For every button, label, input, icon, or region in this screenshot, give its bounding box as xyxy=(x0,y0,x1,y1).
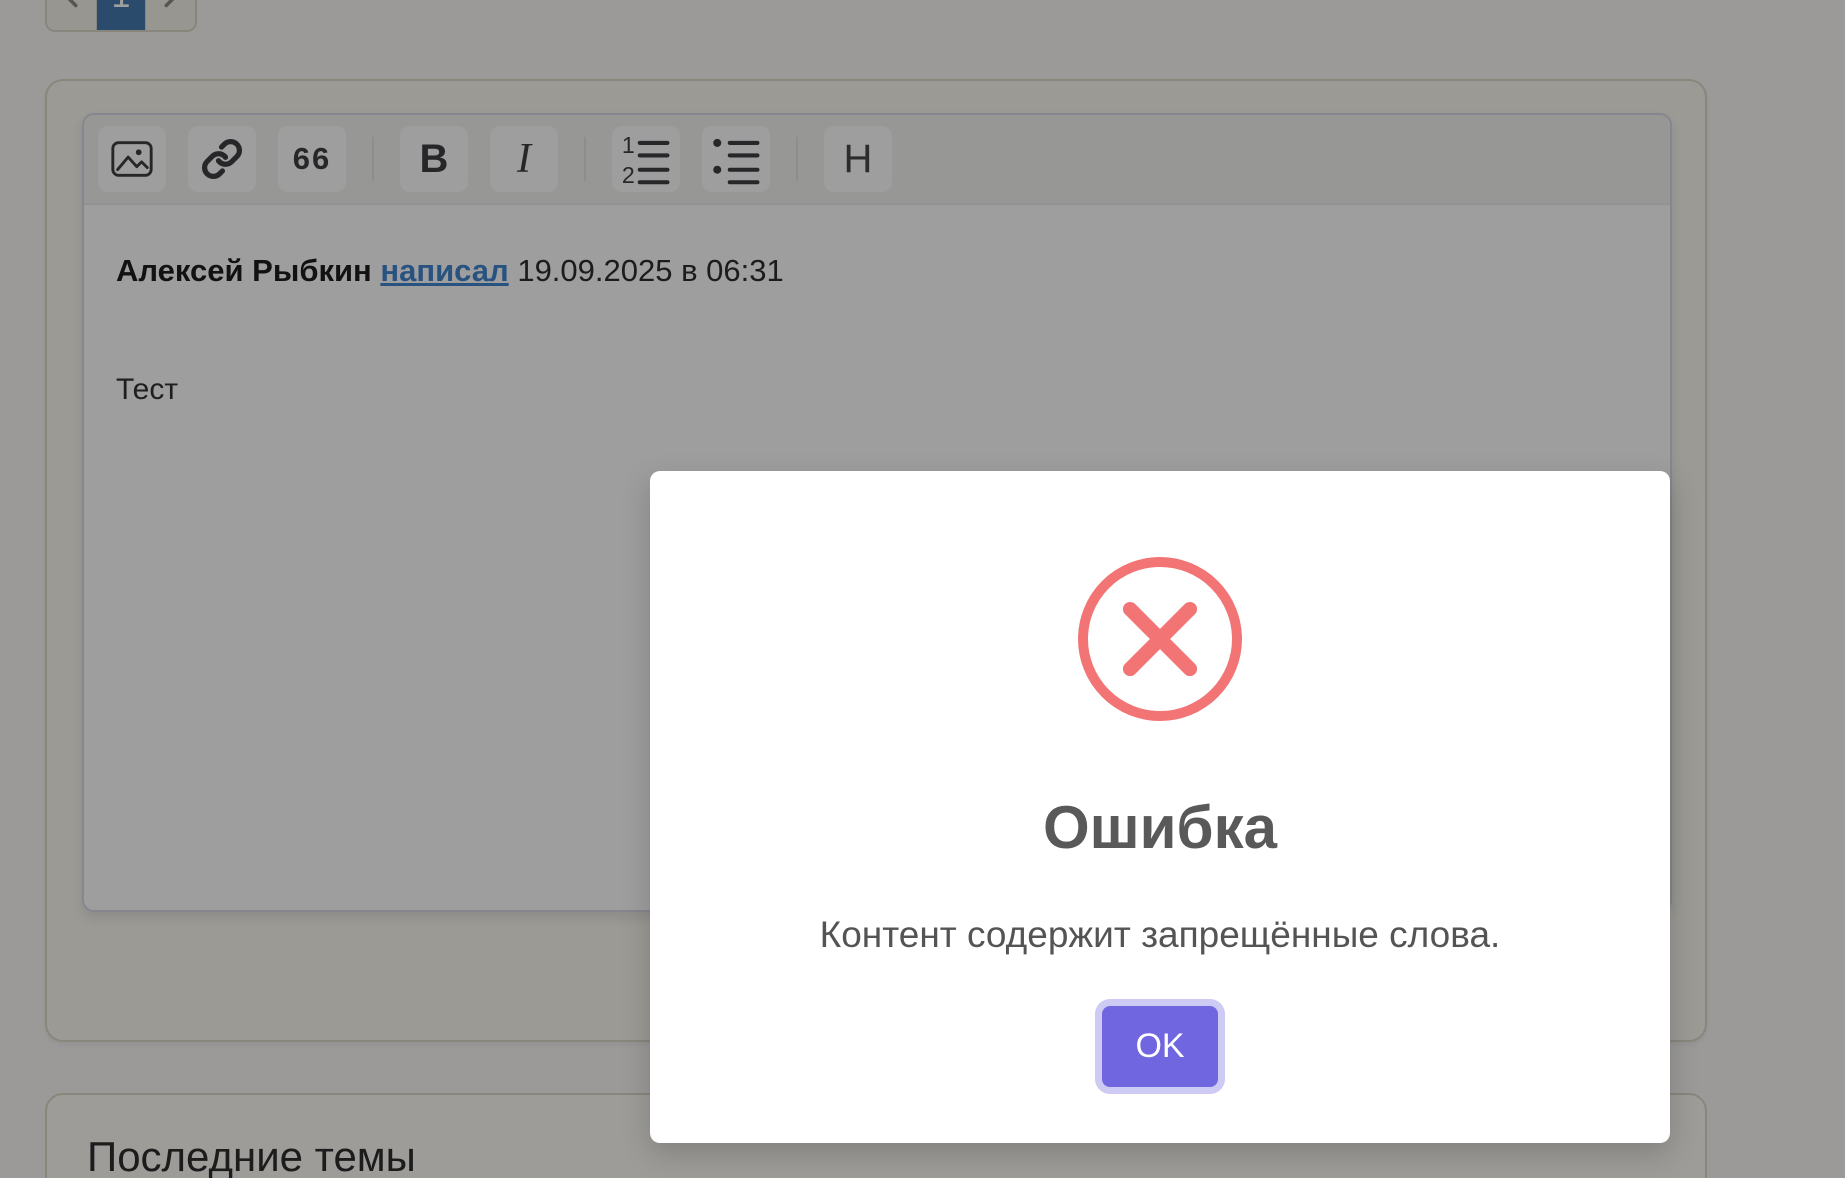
ok-button[interactable]: OK xyxy=(1102,1006,1218,1087)
error-dialog: Ошибка Контент содержит запрещённые слов… xyxy=(650,471,1670,1143)
error-dialog-actions: OK xyxy=(650,1006,1670,1087)
forum-page: 1 xyxy=(0,0,1845,1178)
error-x-icon xyxy=(1122,601,1198,677)
error-circle xyxy=(1078,557,1242,721)
error-dialog-title: Ошибка xyxy=(1042,794,1278,861)
error-dialog-message: Контент содержит запрещённые слова. xyxy=(819,914,1501,955)
